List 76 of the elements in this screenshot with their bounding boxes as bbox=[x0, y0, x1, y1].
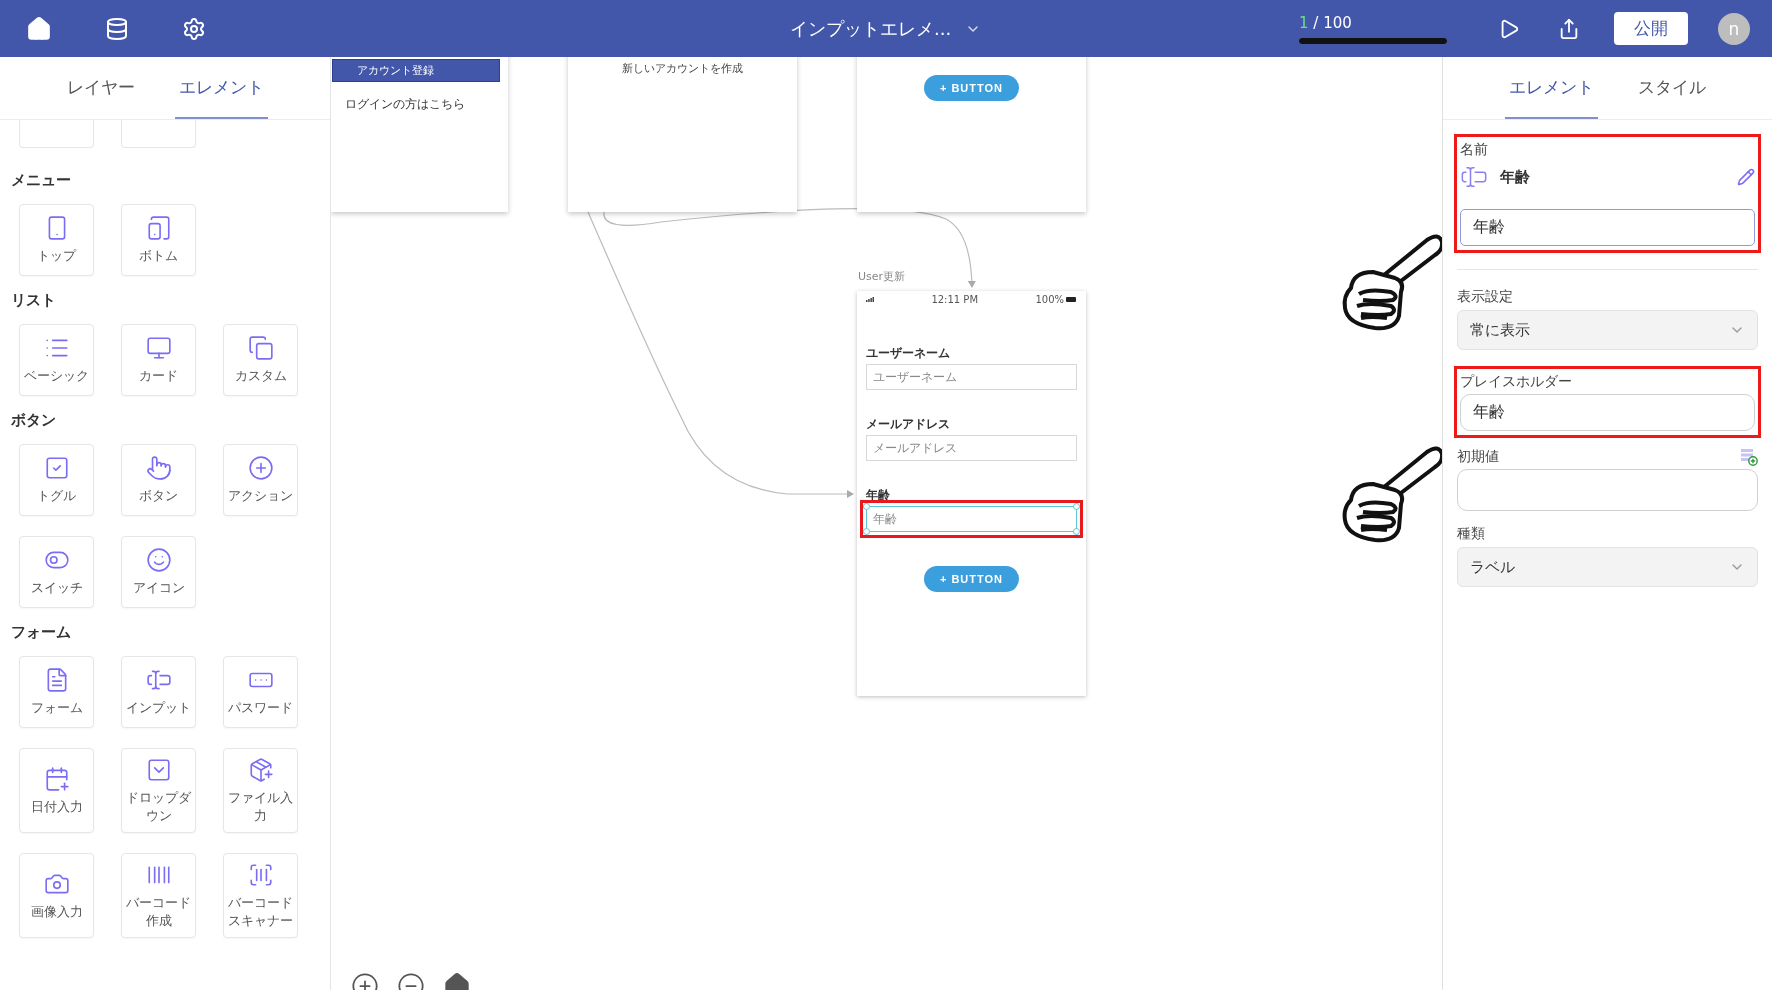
field-label: 初期値 bbox=[1457, 448, 1499, 466]
scan-barcode-icon bbox=[247, 862, 274, 889]
screen-heading: 新しいアカウントを作成 bbox=[622, 61, 743, 76]
element-tile[interactable]: カスタム bbox=[223, 324, 298, 396]
pencil-icon[interactable] bbox=[1737, 168, 1755, 186]
battery-percent: 100% bbox=[1035, 293, 1064, 305]
element-tile[interactable]: カード bbox=[121, 324, 196, 396]
element-tile[interactable]: ボトム bbox=[121, 204, 196, 276]
type-dropdown[interactable]: ラベル bbox=[1457, 547, 1758, 587]
status-time: 12:11 PM bbox=[931, 293, 979, 305]
element-tile[interactable]: アクション bbox=[223, 444, 298, 516]
element-tile[interactable] bbox=[121, 120, 196, 148]
project-title: インプットエレメ... bbox=[790, 16, 952, 41]
section-title: ボタン bbox=[11, 409, 57, 431]
field-label: プレイスホルダー bbox=[1460, 373, 1573, 391]
panel-tab[interactable]: スタイル bbox=[1634, 57, 1710, 119]
element-tile[interactable]: スイッチ bbox=[19, 536, 94, 608]
screen-title: User更新 bbox=[858, 269, 906, 284]
monitor-icon bbox=[145, 335, 172, 362]
section-title: フォーム bbox=[11, 621, 72, 643]
text-field[interactable]: メールアドレス bbox=[866, 435, 1077, 461]
element-tile[interactable] bbox=[19, 120, 94, 148]
element-tile[interactable]: バーコード作成 bbox=[121, 853, 196, 939]
resize-handle[interactable] bbox=[863, 528, 870, 535]
publish-button[interactable]: 公開 bbox=[1614, 12, 1688, 45]
panel-tab[interactable]: エレメント bbox=[174, 57, 268, 119]
visibility-dropdown[interactable]: 常に表示 bbox=[1457, 310, 1758, 350]
panel-tab[interactable]: エレメント bbox=[1505, 57, 1598, 119]
element-name: 年齢 bbox=[1500, 167, 1531, 187]
signal-icon bbox=[866, 296, 874, 302]
panel-tab[interactable]: レイヤー bbox=[62, 57, 139, 119]
field-label: 種類 bbox=[1457, 525, 1486, 543]
field-label: メールアドレス bbox=[866, 416, 951, 433]
element-tile[interactable]: インプット bbox=[121, 656, 196, 728]
dropdown-icon bbox=[145, 757, 172, 783]
login-link-text: ログインの方はこちら bbox=[345, 96, 465, 113]
section-title: リスト bbox=[11, 289, 57, 311]
battery-icon bbox=[1066, 296, 1077, 302]
text-field[interactable]: ユーザーネーム bbox=[866, 364, 1077, 390]
phone-screen[interactable]: 12:11 PM 100% ユーザーネーム ユーザーネーム メールアドレス メールアドレス 年齢 年齢 + BUTTON bbox=[857, 291, 1086, 696]
resize-handle[interactable] bbox=[1073, 503, 1080, 510]
screen-preview[interactable]: アカウント登録 ログインの方はこちら bbox=[331, 57, 508, 212]
element-tile[interactable]: 日付入力 bbox=[19, 748, 94, 834]
field-label: 年齢 bbox=[866, 487, 891, 504]
smiley-icon bbox=[145, 547, 172, 574]
checkbox-icon bbox=[43, 455, 70, 482]
phone-icon bbox=[145, 215, 172, 242]
element-tile[interactable]: ドロップダウン bbox=[121, 748, 196, 834]
field-label: 名前 bbox=[1460, 141, 1489, 159]
progress-count: 1 / 100 bbox=[1299, 13, 1353, 32]
field-label: ユーザーネーム bbox=[866, 345, 951, 362]
register-button[interactable]: アカウント登録 bbox=[332, 59, 500, 82]
element-tile[interactable]: 画像入力 bbox=[19, 853, 94, 939]
copy-icon bbox=[247, 335, 274, 362]
name-input[interactable]: 年齢 bbox=[1460, 209, 1755, 246]
screen-preview[interactable]: 新しいアカウントを作成 bbox=[568, 57, 797, 212]
element-tile[interactable]: フォーム bbox=[19, 656, 94, 728]
element-tile[interactable]: ベーシック bbox=[19, 324, 94, 396]
initial-value-input[interactable] bbox=[1457, 469, 1758, 511]
element-tile[interactable]: ファイル入力 bbox=[223, 748, 298, 834]
list-add-icon[interactable] bbox=[1740, 448, 1758, 466]
resize-handle[interactable] bbox=[1073, 528, 1080, 535]
calendar-icon bbox=[43, 765, 70, 792]
element-tile[interactable]: バーコードスキャナー bbox=[223, 853, 298, 939]
element-tile[interactable]: パスワード bbox=[223, 656, 298, 728]
resize-handle[interactable] bbox=[863, 503, 870, 510]
plus-circle-icon bbox=[247, 455, 274, 482]
field-label: 表示設定 bbox=[1457, 288, 1514, 306]
element-tile[interactable]: トグル bbox=[19, 444, 94, 516]
package-plus-icon bbox=[247, 757, 274, 783]
pointer-icon bbox=[145, 455, 172, 482]
element-tile[interactable]: アイコン bbox=[121, 536, 196, 608]
element-tile[interactable]: トップ bbox=[19, 204, 94, 276]
section-title: メニュー bbox=[11, 169, 72, 191]
element-tile[interactable]: ボタン bbox=[121, 444, 196, 516]
placeholder-input[interactable]: 年齢 bbox=[1460, 394, 1755, 431]
